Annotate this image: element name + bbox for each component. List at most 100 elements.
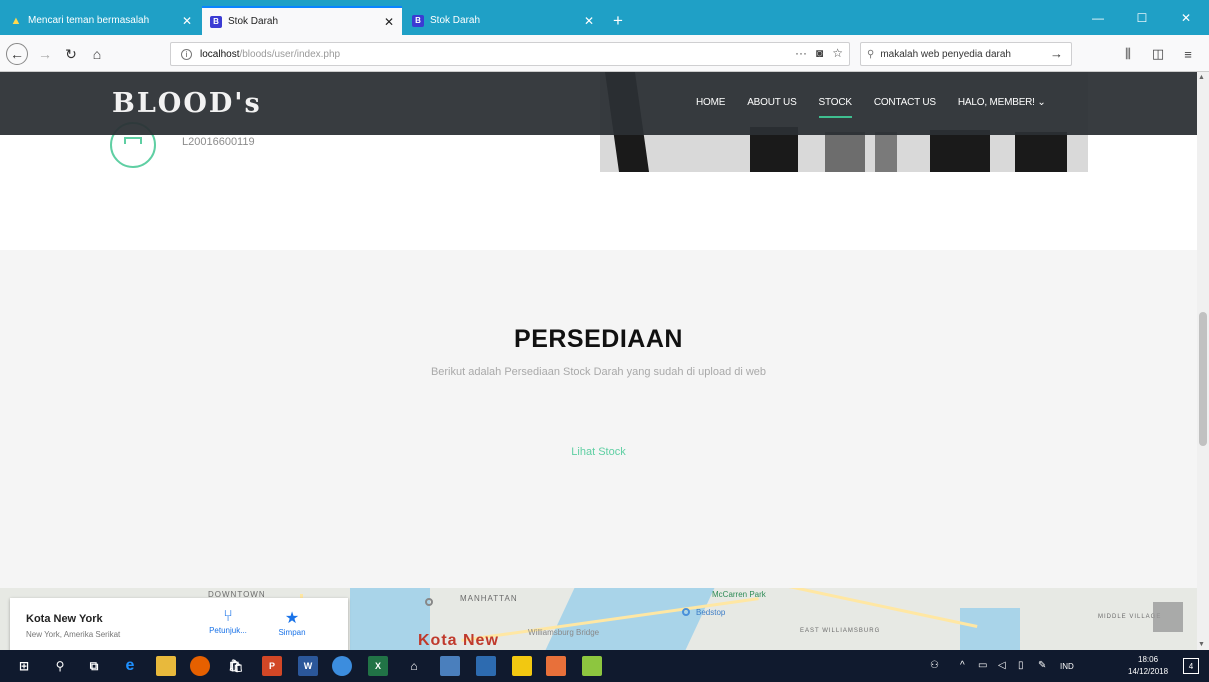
search-icon: ⚲ (867, 48, 875, 60)
page-viewport: L20016600119 BLOOD's HOME ABOUT US STOCK… (0, 72, 1197, 650)
store-icon[interactable]: 🛍 (226, 656, 246, 676)
more-icon[interactable]: ··· (795, 46, 807, 60)
search-input[interactable]: makalah web penyedia darah (880, 49, 1011, 60)
site-logo[interactable]: BLOOD's (112, 88, 262, 119)
tab-title: Stok Darah (228, 16, 279, 27)
search-icon[interactable]: ⚲ (50, 656, 70, 676)
firefox-icon[interactable] (190, 656, 210, 676)
task-view-icon[interactable]: ⧉ (84, 656, 104, 676)
directions-icon: ⑂ (223, 608, 233, 625)
menu-stock[interactable]: STOCK (818, 97, 853, 118)
forward-button[interactable]: → (34, 43, 56, 65)
minimize-button[interactable]: — (1076, 0, 1120, 35)
powerpoint-icon[interactable]: P (262, 656, 282, 676)
page-scrollbar[interactable]: ▲ ▼ (1197, 72, 1209, 650)
b-icon: B (412, 14, 424, 27)
notepad-icon[interactable] (582, 656, 602, 676)
embedded-map[interactable]: DOWNTOWN MANHATTAN EAST WILLIAMSBURG MID… (0, 588, 1197, 650)
close-icon[interactable]: ✕ (384, 15, 394, 29)
edge-browser-icon[interactable]: e (120, 656, 140, 676)
reload-button[interactable]: ↻ (60, 43, 82, 65)
app-icon[interactable] (546, 656, 566, 676)
battery-icon[interactable]: ▯ (1018, 660, 1024, 671)
clock-date: 14/12/2018 (1128, 667, 1169, 676)
info-icon[interactable]: i (181, 48, 192, 60)
menu-home[interactable]: HOME (696, 97, 725, 108)
directions-label: Petunjuk... (209, 626, 247, 635)
menu-halo-member[interactable]: HALO, MEMBER! ⌄ (958, 97, 1046, 108)
close-icon[interactable]: ✕ (182, 14, 192, 28)
map-label-middle-village: MIDDLE VILLAGE (1098, 614, 1162, 620)
menu-contact-us[interactable]: CONTACT US (874, 97, 936, 108)
pocket-icon[interactable]: ◙ (816, 46, 823, 60)
sidebar-icon[interactable]: ◫ (1148, 44, 1168, 64)
network-icon[interactable]: ▭ (978, 660, 987, 671)
map-city-label: Kota New (418, 632, 499, 649)
browser-toolbar: ← → ↻ ⌂ i localhost /bloods/user/index.p… (0, 35, 1209, 72)
tab-mencari-teman[interactable]: ▲ Mencari teman bermasalah ✕ (2, 6, 200, 35)
place-name: Kota New York (26, 613, 103, 625)
map-label-east-williamsburg: EAST WILLIAMSBURG (800, 628, 881, 634)
section-title: PERSEDIAAN (514, 325, 683, 353)
site-header: BLOOD's HOME ABOUT US STOCK CONTACT US H… (0, 72, 1197, 135)
warning-icon: ▲ (10, 14, 22, 27)
show-hidden-icons-icon[interactable]: ^ (960, 660, 965, 671)
section-subtitle: Berikut adalah Persediaan Stock Darah ya… (430, 366, 767, 378)
star-icon: ★ (284, 610, 300, 627)
b-icon: B (210, 15, 222, 28)
tab-title: Stok Darah (430, 15, 481, 26)
app-icon[interactable]: ⌂ (404, 656, 424, 676)
url-bar[interactable]: i localhost /bloods/user/index.php ··· ◙… (170, 42, 850, 66)
volume-icon[interactable]: ◁ (998, 660, 1006, 671)
persediaan-section: PERSEDIAAN Berikut adalah Persediaan Sto… (0, 250, 1197, 588)
excel-icon[interactable]: X (368, 656, 388, 676)
scroll-up-arrow-icon[interactable]: ▲ (1198, 74, 1205, 81)
maximize-button[interactable]: ☐ (1120, 0, 1164, 35)
save-label: Simpan (278, 628, 306, 637)
search-go-icon[interactable]: → (1050, 46, 1063, 61)
bookmark-star-icon[interactable]: ☆ (832, 46, 843, 60)
app-icon[interactable] (440, 656, 460, 676)
system-clock[interactable]: 18:06 14/12/2018 (1128, 654, 1168, 678)
hamburger-menu-icon[interactable]: ≡ (1178, 44, 1198, 64)
map-label-manhattan: MANHATTAN (460, 594, 518, 603)
notification-center-icon[interactable]: 4 (1183, 658, 1199, 674)
pen-icon[interactable]: ✎ (1038, 660, 1046, 671)
back-button[interactable]: ← (6, 43, 28, 65)
scrollbar-thumb[interactable] (1199, 312, 1207, 446)
windows-taskbar: ⊞ ⚲ ⧉ e 🛍 P W X ⌂ ⚇ ^ ▭ ◁ ▯ ✎ IND 18:06 … (0, 650, 1209, 682)
home-button[interactable]: ⌂ (86, 43, 108, 65)
lihat-stock-link[interactable]: Lihat Stock (0, 446, 1197, 458)
chrome-icon[interactable] (332, 656, 352, 676)
close-window-button[interactable]: ✕ (1164, 0, 1208, 35)
library-icon[interactable]: ⫼ (1118, 44, 1138, 64)
tab-title: Mencari teman bermasalah (28, 15, 150, 26)
place-address: New York, Amerika Serikat (26, 630, 121, 639)
tab-stok-darah[interactable]: B Stok Darah ✕ (404, 6, 602, 35)
url-host: localhost (200, 48, 240, 60)
save-place-button[interactable]: ★ Simpan (270, 608, 314, 637)
file-explorer-icon[interactable] (156, 656, 176, 676)
tab-stok-darah-active[interactable]: B Stok Darah ✕ (202, 6, 402, 35)
map-place-mccarren: McCarren Park (712, 590, 766, 599)
scroll-down-arrow-icon[interactable]: ▼ (1198, 641, 1205, 648)
map-fullscreen-button[interactable] (1153, 602, 1183, 632)
close-icon[interactable]: ✕ (584, 14, 594, 28)
map-pin-icon (682, 608, 690, 616)
sticky-notes-icon[interactable] (512, 656, 532, 676)
menu-about-us[interactable]: ABOUT US (747, 97, 797, 108)
search-bar[interactable]: ⚲ makalah web penyedia darah → (860, 42, 1072, 66)
app-icon[interactable] (476, 656, 496, 676)
language-indicator[interactable]: IND (1060, 662, 1074, 671)
browser-tab-strip: ▲ Mencari teman bermasalah ✕ B Stok Dara… (0, 0, 1209, 35)
directions-button[interactable]: ⑂ Petunjuk... (206, 608, 250, 635)
word-icon[interactable]: W (298, 656, 318, 676)
windows-start-icon[interactable]: ⊞ (14, 656, 34, 676)
people-icon[interactable]: ⚇ (930, 660, 939, 671)
map-place-bedstop: Bedstop (696, 608, 726, 617)
map-pin-icon (425, 598, 433, 606)
new-tab-button[interactable]: + (604, 6, 632, 35)
clock-time: 18:06 (1138, 655, 1159, 664)
map-place-williamsburg-bridge: Williamsburg Bridge (528, 628, 600, 637)
member-id: L20016600119 (182, 136, 255, 148)
